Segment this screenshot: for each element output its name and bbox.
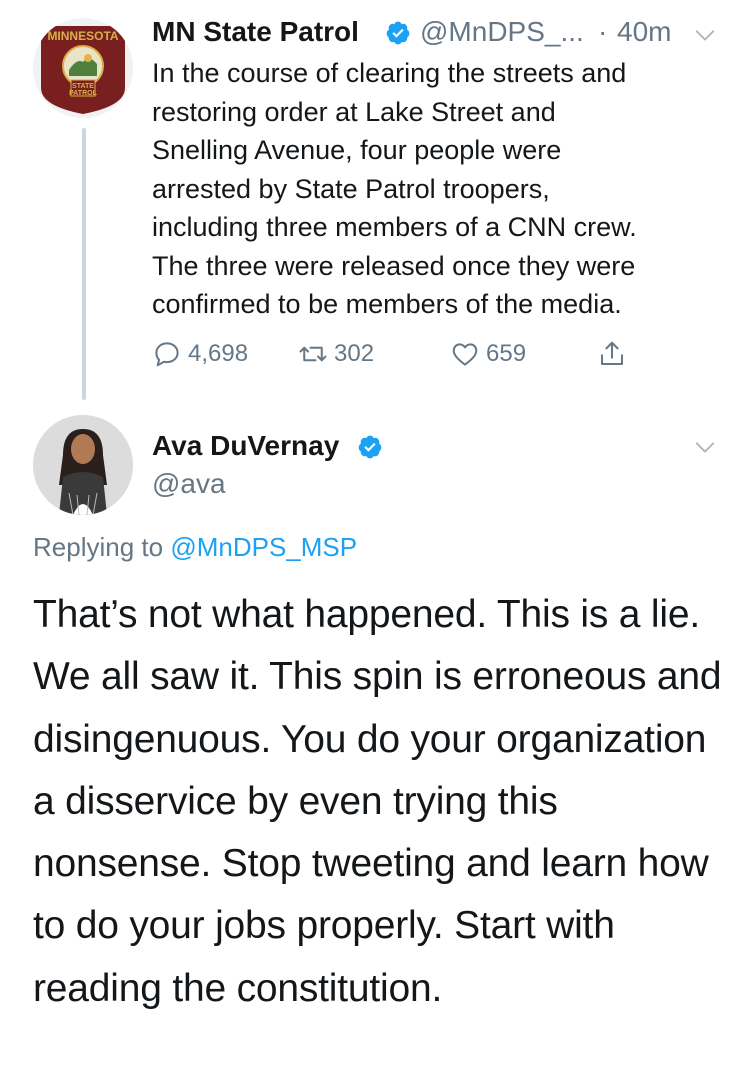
tweet-text: In the course of clearing the streets an…: [152, 58, 637, 319]
replying-to-line: Replying to @MnDPS_MSP: [33, 532, 357, 563]
profile-photo-icon: [33, 415, 133, 515]
author-handle[interactable]: @ava: [152, 468, 226, 500]
thread-connector-line: [82, 128, 86, 400]
like-count: 659: [486, 340, 527, 367]
retweet-button[interactable]: 302: [298, 336, 374, 372]
tweet-text: That’s not what happened. This is a lie.…: [33, 593, 722, 1010]
time-separator: ·: [598, 16, 608, 47]
badge-top-text: MINNESOTA: [47, 29, 118, 43]
chevron-down-icon[interactable]: [694, 436, 716, 458]
svg-text:PATROL: PATROL: [69, 90, 97, 97]
replying-to-label: Replying to: [33, 532, 171, 562]
chevron-down-icon[interactable]: [694, 24, 716, 46]
mention-link[interactable]: @MnDPS_MSP: [170, 532, 357, 562]
author-handle[interactable]: @MnDPS_...: [420, 16, 584, 48]
retweet-icon: [299, 346, 327, 362]
reply-icon: [155, 342, 179, 367]
retweet-count: 302: [334, 340, 375, 367]
svg-text:STATE: STATE: [72, 83, 94, 90]
mn-state-patrol-badge-icon: MINNESOTA STATE PATROL: [41, 26, 125, 114]
avatar[interactable]: [33, 415, 133, 515]
like-button[interactable]: 659: [450, 336, 526, 372]
reply-count: 4,698: [188, 340, 249, 367]
author-display-name[interactable]: MN State Patrol: [152, 16, 359, 48]
avatar[interactable]: MINNESOTA STATE PATROL: [33, 18, 133, 118]
share-button[interactable]: [597, 336, 627, 372]
reply-button[interactable]: 4,698: [152, 336, 248, 372]
tweet-timestamp[interactable]: 40m: [617, 16, 671, 48]
author-display-name[interactable]: Ava DuVernay: [152, 430, 339, 462]
verified-badge-icon: [386, 21, 410, 45]
like-icon: [452, 343, 478, 366]
verified-badge-icon: [358, 435, 382, 459]
share-icon: [601, 341, 623, 365]
